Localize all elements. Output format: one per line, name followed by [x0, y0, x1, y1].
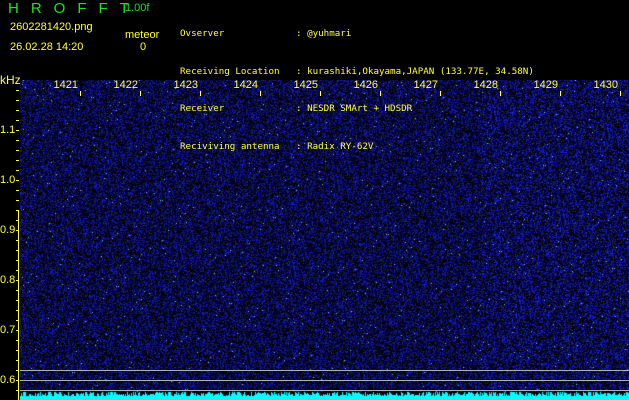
y-minor-tick — [16, 130, 19, 131]
y-minor-tick — [16, 320, 19, 321]
y-minor-tick — [16, 360, 19, 361]
y-minor-tick — [16, 280, 19, 281]
y-minor-tick — [16, 250, 19, 251]
y-minor-tick — [16, 180, 19, 181]
y-minor-tick — [16, 160, 19, 161]
y-tick-label: 1.1 — [0, 124, 16, 136]
y-minor-tick — [16, 140, 19, 141]
reference-line — [20, 380, 629, 381]
y-minor-tick — [16, 340, 19, 341]
y-minor-tick — [16, 200, 19, 201]
version-label: 1.00f — [125, 2, 150, 14]
y-minor-tick — [16, 220, 19, 221]
y-tick-label: 1.0 — [0, 174, 16, 186]
y-unit-label: kHz — [0, 73, 21, 87]
info-location: Receiving Location: kurashiki,Okayama,JA… — [180, 65, 534, 77]
y-minor-tick — [16, 170, 19, 171]
y-minor-tick — [16, 90, 19, 91]
x-tick — [80, 91, 81, 96]
datetime-label: 26.02.28 14:20 — [10, 41, 84, 53]
y-minor-tick — [16, 380, 19, 381]
y-tick-label: 0.9 — [0, 224, 16, 236]
y-minor-tick — [16, 190, 19, 191]
y-minor-tick — [16, 310, 19, 311]
x-tick — [620, 91, 621, 96]
y-minor-tick — [16, 210, 19, 211]
y-minor-tick — [16, 370, 19, 371]
y-tick-label: 0.8 — [0, 274, 16, 286]
y-minor-tick — [16, 120, 19, 121]
info-receiver: Receiver: NESDR SMArt + HDSDR — [180, 103, 413, 114]
reference-line — [20, 390, 629, 391]
y-minor-tick — [16, 300, 19, 301]
y-minor-tick — [16, 150, 19, 151]
y-minor-tick — [16, 270, 19, 271]
y-minor-tick — [16, 390, 19, 391]
y-minor-tick — [16, 240, 19, 241]
station-info: Ovserver: @yuhmari Receiving Location: k… — [180, 3, 620, 166]
left-axis-line — [18, 210, 19, 400]
y-minor-tick — [16, 100, 19, 101]
y-minor-tick — [16, 230, 19, 231]
x-tick — [140, 91, 141, 96]
x-tick-label: 1422 — [113, 79, 138, 91]
y-minor-tick — [16, 350, 19, 351]
y-minor-tick — [16, 110, 19, 111]
y-minor-tick — [16, 290, 19, 291]
app-logo: HROFFT — [8, 0, 141, 17]
y-tick-label: 0.6 — [0, 374, 16, 386]
x-tick-label: 1421 — [53, 79, 78, 91]
info-antenna: Reciviving antenna: Radix RY-62V — [180, 140, 374, 152]
meteor-count: 0 — [140, 41, 147, 53]
info-observer: Ovserver: @yuhmari — [180, 28, 352, 39]
reference-line — [20, 370, 629, 371]
filename-label: 2602281420.png — [10, 21, 93, 33]
meteor-label: meteor — [125, 29, 160, 41]
y-tick-label: 0.7 — [0, 324, 16, 336]
y-minor-tick — [16, 260, 19, 261]
y-minor-tick — [16, 330, 19, 331]
